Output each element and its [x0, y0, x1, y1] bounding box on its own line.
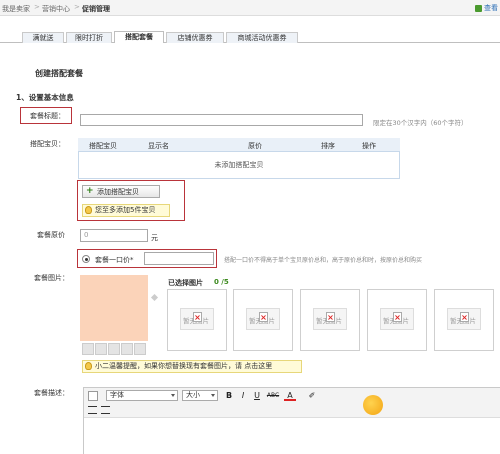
fixed-price-hint: 搭配一口价不得高于单个宝贝原价总和，高于原价总和时，按原价总和购买 — [224, 257, 423, 264]
image-thumbnail-slot[interactable] — [82, 343, 94, 355]
placeholder-image: 暂无图片× — [246, 308, 280, 330]
col-action: 操作 — [362, 142, 376, 150]
page-title: 创建搭配套餐 — [35, 69, 83, 78]
tab-package[interactable]: 搭配套餐 — [114, 31, 164, 43]
breadcrumb-marketing[interactable]: 营销中心 — [42, 4, 70, 14]
package-title-hint: 限定在30个汉字内（60个字符） — [373, 119, 468, 127]
chevron-down-icon — [211, 394, 215, 397]
align-center-icon[interactable] — [101, 406, 110, 414]
source-icon[interactable] — [88, 391, 98, 401]
col-display-name: 显示名 — [148, 142, 169, 150]
breadcrumb-separator: > — [74, 3, 80, 11]
original-price-label: 套餐原价 — [37, 231, 65, 239]
broken-image-icon: × — [393, 312, 402, 322]
section-title: 1、设置基本信息 — [16, 93, 74, 102]
items-label: 搭配宝贝： — [30, 140, 65, 148]
view-link-label: 查看 — [484, 4, 498, 12]
broken-image-icon: × — [259, 312, 268, 322]
align-left-icon[interactable] — [88, 406, 97, 414]
add-item-button[interactable]: + 添加搭配宝贝 — [82, 185, 160, 198]
view-link[interactable]: 查看 — [475, 3, 498, 13]
fixed-price-input[interactable] — [144, 252, 214, 265]
placeholder-image: 暂无图片× — [447, 308, 481, 330]
add-item-tip-text: 您至多添加5件宝贝 — [95, 206, 156, 214]
breadcrumb-current: 促销管理 — [82, 5, 110, 13]
plus-icon: + — [86, 186, 94, 196]
highlight-button[interactable]: ✐ — [306, 390, 318, 401]
selected-image-slot[interactable]: 暂无图片× — [300, 289, 360, 351]
image-thumbnail-slot[interactable] — [108, 343, 120, 355]
breadcrumb-seller[interactable]: 我是卖家 — [2, 4, 30, 14]
col-sort: 排序 — [321, 142, 335, 150]
arrow-icon — [150, 293, 159, 302]
breadcrumb-separator: > — [34, 3, 40, 11]
lightbulb-icon — [85, 362, 92, 370]
original-price-input: 0 — [80, 229, 148, 242]
col-item: 搭配宝贝 — [89, 142, 117, 150]
broken-image-icon: × — [193, 312, 202, 322]
fixed-price-radio[interactable] — [82, 255, 90, 263]
view-icon — [475, 4, 482, 12]
fixed-price-label: 套餐一口价* — [95, 256, 134, 264]
original-price-unit: 元 — [151, 234, 158, 242]
selected-images-count: 0 /5 — [214, 278, 229, 286]
selected-image-slot[interactable]: 暂无图片× — [167, 289, 227, 351]
col-original-price: 原价 — [248, 142, 262, 150]
tab-full-gift[interactable]: 满就送 — [22, 32, 64, 43]
bold-button[interactable]: B — [224, 390, 234, 401]
images-label: 套餐图片： — [34, 274, 69, 282]
tab-shop-coupon[interactable]: 店铺优惠券 — [166, 32, 224, 43]
font-size-value: 大小 — [186, 391, 200, 399]
package-title-label: 套餐标题： — [30, 112, 65, 120]
decorative-blob — [363, 395, 383, 415]
font-color-button[interactable]: A — [284, 390, 296, 401]
broken-image-icon: × — [460, 312, 469, 322]
chevron-down-icon — [171, 394, 175, 397]
font-family-value: 字体 — [110, 391, 124, 399]
selected-image-slot[interactable]: 暂无图片× — [233, 289, 293, 351]
placeholder-image: 暂无图片× — [313, 308, 347, 330]
font-size-select[interactable]: 大小 — [182, 390, 218, 401]
add-item-tip: 您至多添加5件宝贝 — [82, 204, 170, 217]
image-tip: 小二温馨提醒，如果你想替换现有套餐图片，请 点击这里 — [82, 360, 302, 373]
image-thumbnail-slot[interactable] — [134, 343, 146, 355]
underline-button[interactable]: U — [252, 390, 262, 401]
add-item-button-label: 添加搭配宝贝 — [97, 188, 139, 196]
radio-selected-dot — [84, 257, 88, 261]
package-title-input[interactable] — [80, 114, 363, 126]
image-thumbnail-slot[interactable] — [95, 343, 107, 355]
lightbulb-icon — [85, 206, 92, 214]
broken-image-icon: × — [326, 312, 335, 322]
image-tip-text[interactable]: 小二温馨提醒，如果你想替换现有套餐图片，请 点击这里 — [95, 362, 272, 370]
main-image-preview — [80, 275, 148, 341]
selected-image-slot[interactable]: 暂无图片× — [367, 289, 427, 351]
items-empty-message: 未添加搭配宝贝 — [214, 161, 264, 169]
strikethrough-button[interactable]: ABC — [266, 390, 280, 401]
items-table-header — [78, 138, 400, 152]
selected-image-slot[interactable]: 暂无图片× — [434, 289, 494, 351]
placeholder-image: 暂无图片× — [180, 308, 214, 330]
placeholder-image: 暂无图片× — [380, 308, 414, 330]
description-label: 套餐描述： — [34, 389, 69, 397]
font-family-select[interactable]: 字体 — [106, 390, 178, 401]
tab-limited-discount[interactable]: 限时打折 — [66, 32, 112, 43]
tab-mall-coupon[interactable]: 商城活动优惠券 — [226, 32, 298, 43]
image-thumbnail-slot[interactable] — [121, 343, 133, 355]
italic-button[interactable]: I — [238, 390, 248, 401]
selected-images-label: 已选择图片 — [168, 279, 203, 287]
